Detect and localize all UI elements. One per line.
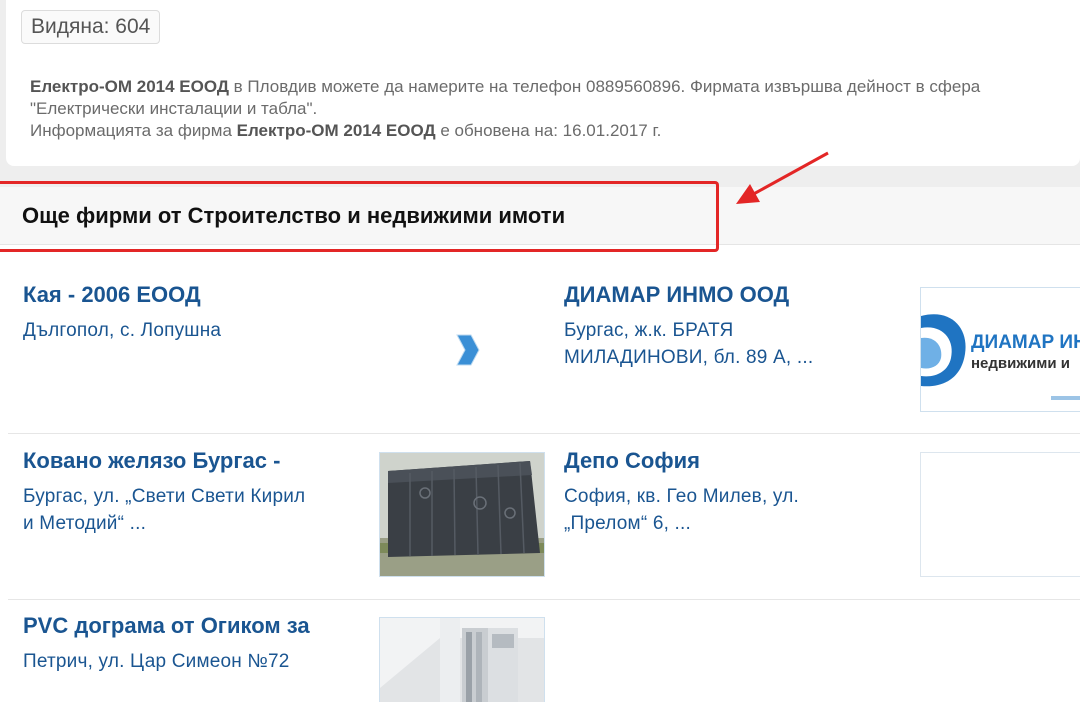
listing-diamar[interactable]: ДИАМАР ИНМО ООД Бургас, ж.к. БРАТЯ МИЛАД… <box>564 282 813 371</box>
description-line-1: Електро-ОМ 2014 ЕООД в Пловдив можете да… <box>30 77 981 96</box>
listing-address: Дългопол, с. Лопушна <box>23 320 222 341</box>
listing-title[interactable]: Депо София <box>564 448 799 474</box>
iron-gate-image <box>380 453 544 576</box>
listing-address: София, кв. Гео Милев, ул. „Прелом“ 6, ..… <box>564 486 799 534</box>
company-name-2: Електро-ОМ 2014 ЕООД <box>236 121 436 140</box>
views-badge: Видяна: 604 <box>21 10 161 44</box>
listing-title[interactable]: Кая - 2006 ЕООД <box>23 282 221 308</box>
listing-kaya[interactable]: Кая - 2006 ЕООД Дългопол, с. Лопушна <box>23 282 221 344</box>
section-header: Още фирми от Строителство и недвижими им… <box>0 187 1080 245</box>
logo-text-line-2: недвижими и <box>971 355 1070 372</box>
listing-kovano-zhelyazo[interactable]: Ковано желязо Бургас - Бургас, ул. „Свет… <box>23 448 305 537</box>
listing-address: Бургас, ж.к. БРАТЯ МИЛАДИНОВИ, бл. 89 А,… <box>564 320 814 368</box>
next-arrow-icon[interactable] <box>455 331 481 369</box>
diamar-logo-icon: ДИАМАР ИН недвижими и <box>921 288 1080 411</box>
description-line-2: "Електрически инсталации и табла". <box>30 99 318 118</box>
logo-text-line-1: ДИАМАР ИН <box>971 332 1080 353</box>
company-description: Електро-ОМ 2014 ЕООД в Пловдив можете да… <box>30 76 1080 142</box>
company-info-card: Видяна: 604 Електро-ОМ 2014 ЕООД в Пловд… <box>6 0 1080 166</box>
listing-address: Петрич, ул. Цар Симеон №72 <box>23 651 290 672</box>
listing-address: Бургас, ул. „Свети Свети Кирил и Методий… <box>23 486 306 534</box>
listing-title[interactable]: PVC дограма от Огиком за <box>23 613 310 639</box>
listing-pvc-dograma[interactable]: PVC дограма от Огиком за Петрич, ул. Цар… <box>23 613 310 675</box>
listing-title[interactable]: Ковано желязо Бургас - <box>23 448 305 474</box>
diamar-logo-thumbnail[interactable]: ДИАМАР ИН недвижими и <box>920 287 1080 412</box>
related-companies-section: Още фирми от Строителство и недвижими им… <box>0 187 1080 702</box>
listing-title[interactable]: ДИАМАР ИНМО ООД <box>564 282 813 308</box>
section-title: Още фирми от Строителство и недвижими им… <box>22 203 566 228</box>
company-name: Електро-ОМ 2014 ЕООД <box>30 77 229 96</box>
row-divider <box>8 433 1080 434</box>
depo-sofia-thumbnail[interactable] <box>920 452 1080 577</box>
row-divider <box>8 599 1080 600</box>
listing-depo-sofia[interactable]: Депо София София, кв. Гео Милев, ул. „Пр… <box>564 448 799 537</box>
pvc-profile-thumbnail[interactable] <box>379 617 545 702</box>
pvc-profile-image <box>380 618 544 702</box>
description-line-3: Информацията за фирма Електро-ОМ 2014 ЕО… <box>30 121 662 140</box>
gate-thumbnail[interactable] <box>379 452 545 577</box>
red-arrow-icon <box>736 151 829 204</box>
